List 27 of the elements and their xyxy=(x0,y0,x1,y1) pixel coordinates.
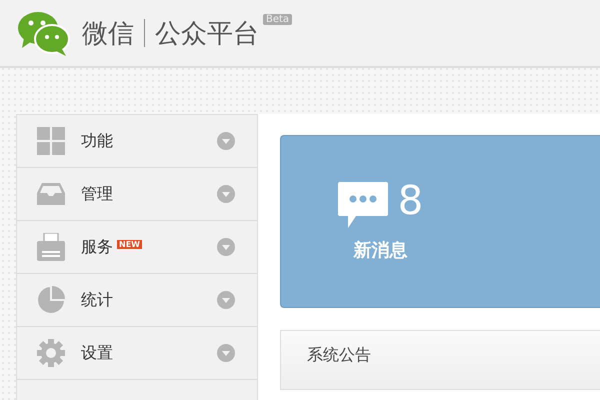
brand-name: 微信 xyxy=(82,18,134,50)
printer-icon xyxy=(37,233,65,261)
sidebar-item[interactable]: 设置 xyxy=(17,327,257,380)
beta-tag: Beta xyxy=(263,14,292,25)
sidebar-item[interactable]: 服务 NEW xyxy=(17,221,257,274)
message-bubble-icon xyxy=(338,182,388,228)
menu-label: 管理 xyxy=(81,184,113,204)
chevron-down-icon xyxy=(217,344,235,362)
notice-title: 系统公告 xyxy=(307,345,371,364)
sidebar-item[interactable]: 统计 xyxy=(17,274,257,327)
chevron-down-icon xyxy=(217,238,235,256)
menu-label: 统计 xyxy=(81,290,113,310)
grid-icon xyxy=(37,127,65,155)
menu-label: 服务 xyxy=(81,236,113,258)
menu-label: 设置 xyxy=(81,342,113,364)
chevron-down-icon xyxy=(217,132,235,150)
new-badge: NEW xyxy=(117,240,142,248)
new-messages-label: 新消息 xyxy=(354,238,408,262)
product-name: 公众平台 xyxy=(155,18,259,50)
sidebar-item[interactable]: 功能 xyxy=(17,115,257,168)
menu-label: 功能 xyxy=(81,130,113,152)
sidebar-item[interactable]: 管理 xyxy=(17,168,257,221)
chevron-down-icon xyxy=(217,291,235,309)
chevron-down-icon xyxy=(217,185,235,203)
message-count: 8 xyxy=(398,182,424,220)
tray-icon xyxy=(37,180,65,208)
pie-chart-icon xyxy=(37,286,65,314)
